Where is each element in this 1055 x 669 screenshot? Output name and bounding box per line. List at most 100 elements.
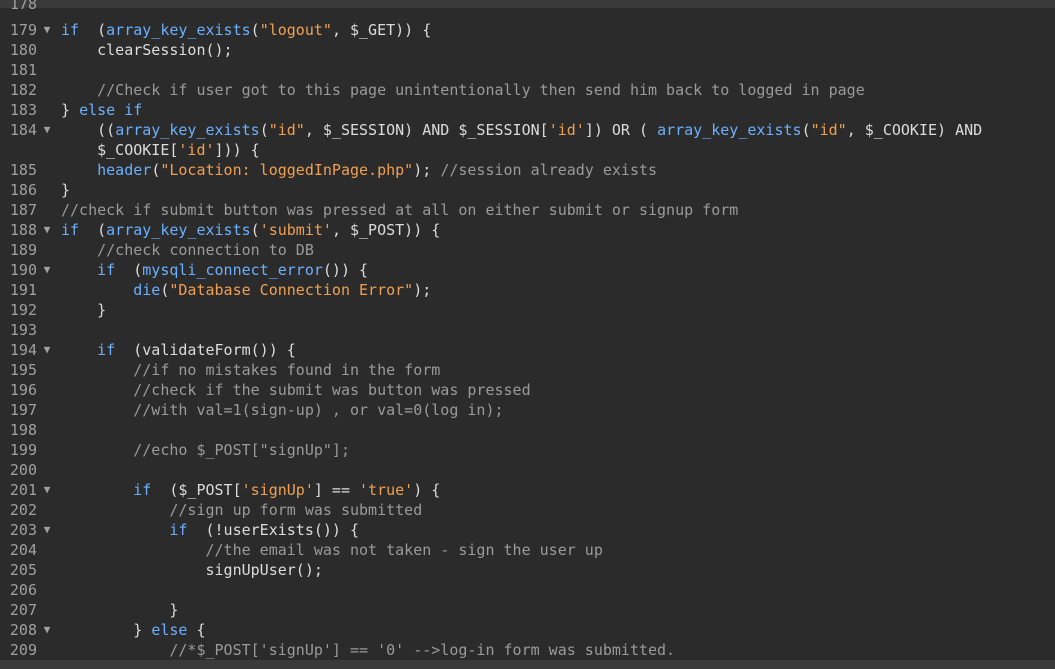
code-token: (( <box>61 121 116 139</box>
code-line[interactable]: 180 clearSession(); <box>0 40 1055 60</box>
fold-arrow-icon[interactable]: ▼ <box>40 220 54 240</box>
code-token: ( <box>259 121 269 139</box>
code-line[interactable]: 197 //with val=1(sign-up) , or val=0(log… <box>0 400 1055 420</box>
code-line[interactable]: 202 //sign up form was submitted <box>0 500 1055 520</box>
line-number: 188 <box>9 221 37 239</box>
code-token: array_key_exists <box>115 121 260 139</box>
code-text: //Check if user got to this page uninten… <box>61 80 865 100</box>
code-text: die("Database Connection Error"); <box>61 280 431 300</box>
line-number: 208 <box>9 621 37 639</box>
code-line[interactable]: 187 //check if submit button was pressed … <box>0 200 1055 220</box>
code-line[interactable]: 207 } <box>0 600 1055 620</box>
code-line[interactable]: 190 ▼ if (mysqli_connect_error()) { <box>0 260 1055 280</box>
code-line[interactable]: 195 //if no mistakes found in the form <box>0 360 1055 380</box>
fold-arrow-icon[interactable]: ▼ <box>40 120 54 140</box>
line-number: 198 <box>9 421 37 439</box>
code-text: if (mysqli_connect_error()) { <box>61 260 368 280</box>
fold-arrow-icon[interactable]: ▼ <box>40 480 54 500</box>
code-token: { <box>187 621 206 639</box>
line-number: 197 <box>9 401 37 419</box>
code-line[interactable]: 193 <box>0 320 1055 340</box>
code-token: //check if submit button was pressed at … <box>61 201 739 219</box>
code-token: array_key_exists <box>106 221 251 239</box>
code-text: //with val=1(sign-up) , or val=0(log in)… <box>61 400 503 420</box>
code-line[interactable]: 178 <box>0 0 1055 14</box>
code-text: } <box>61 600 178 620</box>
code-token: "logout" <box>259 21 332 39</box>
code-text: if (!userExists()) { <box>61 520 359 540</box>
code-line[interactable]: 208 ▼ } else { <box>0 620 1055 640</box>
line-number: 178 <box>9 0 37 13</box>
code-line[interactable]: 188 ▼ if (array_key_exists('submit', $_POS… <box>0 220 1055 240</box>
code-token: ); <box>413 281 432 299</box>
code-token: ] == <box>313 481 360 499</box>
code-token: (!userExists()) { <box>187 521 360 539</box>
line-number: 205 <box>9 561 37 579</box>
code-token: } <box>61 101 80 119</box>
line-number: 184 <box>9 121 37 139</box>
code-token: "id" <box>268 121 305 139</box>
code-token: 'id' <box>548 121 585 139</box>
code-token: , $_GET)) { <box>331 21 432 39</box>
code-line[interactable]: 186} <box>0 180 1055 200</box>
code-text: clearSession(); <box>61 40 233 60</box>
code-line[interactable]: 204 //the email was not taken - sign the… <box>0 540 1055 560</box>
code-token: if <box>61 221 80 239</box>
code-line[interactable]: 185 header("Location: loggedInPage.php")… <box>0 160 1055 180</box>
code-line[interactable]: 196 //check if the submit was button was… <box>0 380 1055 400</box>
fold-arrow-icon[interactable]: ▼ <box>40 260 54 280</box>
code-text: //sign up form was submitted <box>61 500 422 520</box>
code-editor[interactable]: 178 179 ▼ if (array_key_exists("logout", $_… <box>0 0 1055 669</box>
code-line[interactable]: 201 ▼ if ($_POST['signUp'] == 'true') { <box>0 480 1055 500</box>
code-line[interactable]: 192 } <box>0 300 1055 320</box>
fold-arrow-icon[interactable]: ▼ <box>40 20 54 40</box>
code-token: $_COOKIE[ <box>61 141 179 159</box>
code-line[interactable]: 209 //*$_POST['signUp'] == '0' -->log-in… <box>0 640 1055 660</box>
code-line[interactable]: 200 <box>0 460 1055 480</box>
code-area[interactable]: 178 179 ▼ if (array_key_exists("logout", $_… <box>0 0 1055 660</box>
fold-arrow-icon[interactable]: ▼ <box>40 340 54 360</box>
line-number: 180 <box>9 41 37 59</box>
code-line[interactable]: 199 //echo $_POST["signUp"]; <box>0 440 1055 460</box>
code-line[interactable]: 189 //check connection to DB <box>0 240 1055 260</box>
code-token: 'signUp' <box>241 481 314 499</box>
code-line[interactable]: 206 <box>0 580 1055 600</box>
line-number: 182 <box>9 81 37 99</box>
code-line[interactable]: 203 ▼ if (!userExists()) { <box>0 520 1055 540</box>
line-number: 181 <box>9 61 37 79</box>
fold-arrow-icon[interactable]: ▼ <box>40 620 54 640</box>
code-line[interactable]: 179 ▼ if (array_key_exists("logout", $_GET… <box>0 20 1055 40</box>
code-token: if <box>133 481 152 499</box>
code-token: } <box>61 301 107 319</box>
code-token: ( <box>250 21 260 39</box>
code-token: , $_SESSION) AND $_SESSION[ <box>304 121 549 139</box>
code-line[interactable]: 194 ▼ if (validateForm()) { <box>0 340 1055 360</box>
code-line[interactable]: 181 <box>0 60 1055 80</box>
code-line[interactable]: 184 ▼ ((array_key_exists("id", $_SESSION)… <box>0 120 1055 140</box>
code-token: ( <box>79 21 107 39</box>
code-token: ( <box>801 121 811 139</box>
code-token: if <box>61 21 80 39</box>
line-number: 179 <box>9 21 37 39</box>
code-line[interactable]: 205 signUpUser(); <box>0 560 1055 580</box>
line-number: 193 <box>9 321 37 339</box>
code-line[interactable]: 191 die("Database Connection Error"); <box>0 280 1055 300</box>
code-line[interactable]: 183} else if <box>0 100 1055 120</box>
code-token: //session already exists <box>440 161 658 179</box>
line-number: 186 <box>9 181 37 199</box>
line-number: 203 <box>9 521 37 539</box>
code-token: } <box>61 181 71 199</box>
code-line[interactable]: $_COOKIE['id'])) { <box>0 140 1055 160</box>
fold-arrow-icon[interactable]: ▼ <box>40 520 54 540</box>
code-line[interactable]: 182 //Check if user got to this page uni… <box>0 80 1055 100</box>
code-token: (validateForm()) { <box>115 341 296 359</box>
code-token: ); <box>413 161 441 179</box>
code-token: array_key_exists <box>657 121 802 139</box>
code-line[interactable]: 198 <box>0 420 1055 440</box>
code-token: clearSession(); <box>61 41 233 59</box>
code-token: 'true' <box>359 481 414 499</box>
code-text: //*$_POST['signUp'] == '0' -->log-in for… <box>61 640 675 660</box>
